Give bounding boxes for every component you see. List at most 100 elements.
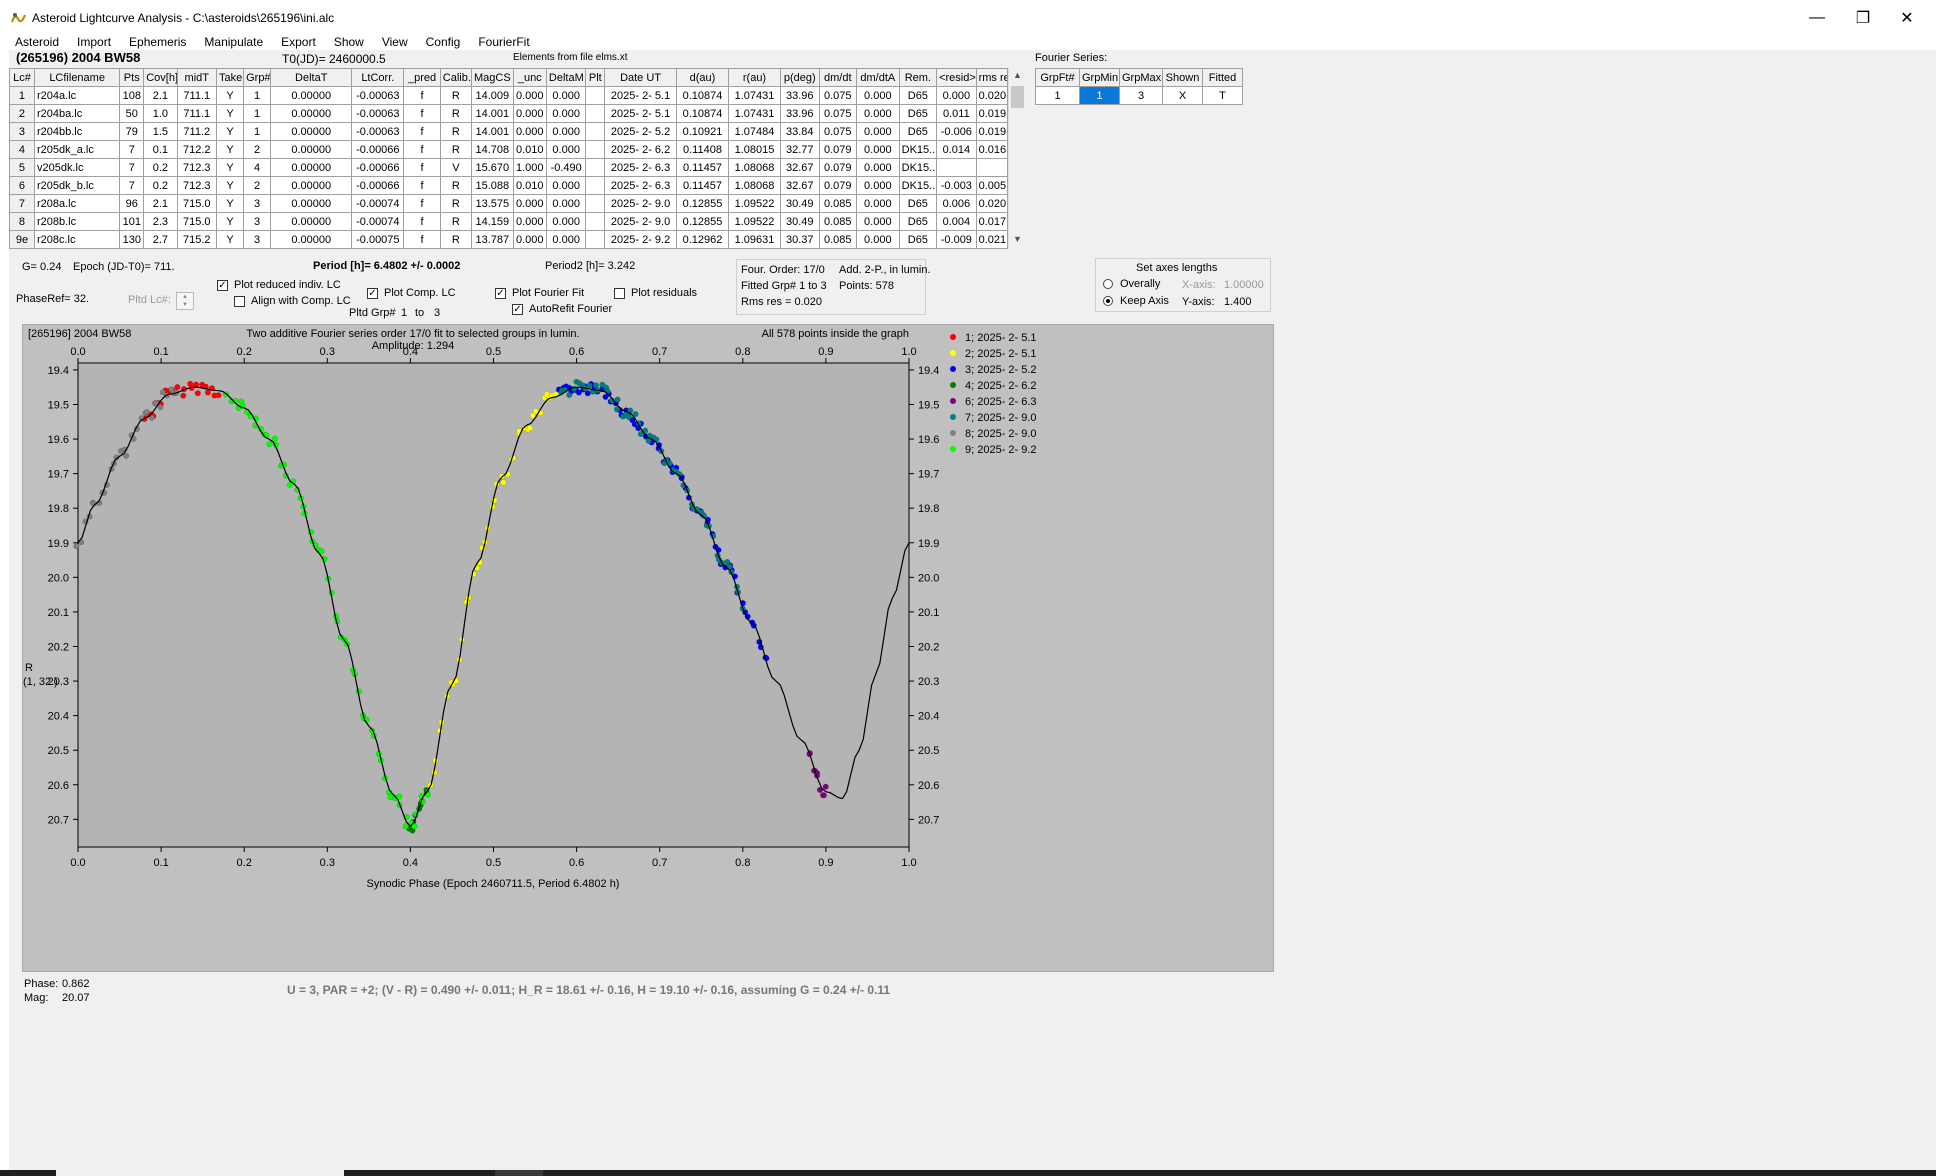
table-cell[interactable]: 50 <box>119 104 145 123</box>
column-header[interactable]: Lc# <box>9 68 35 87</box>
table-cell[interactable]: 0.00000 <box>270 104 353 123</box>
table-cell[interactable]: Y <box>216 230 245 249</box>
table-cell[interactable]: 108 <box>119 86 145 105</box>
table-cell[interactable]: -0.00063 <box>351 86 405 105</box>
table-cell[interactable]: 0.00000 <box>270 230 353 249</box>
table-cell[interactable]: 1.08068 <box>727 158 782 177</box>
table-cell[interactable]: 3 <box>243 212 272 231</box>
table-cell[interactable]: R <box>439 86 472 105</box>
column-header[interactable]: Pts <box>119 68 145 87</box>
table-cell[interactable]: 0.010 <box>512 176 547 195</box>
table-cell[interactable]: D65 <box>898 194 938 213</box>
table-cell[interactable]: -0.00066 <box>351 158 405 177</box>
table-cell[interactable]: 0.010 <box>512 140 547 159</box>
table-cell[interactable]: 30.49 <box>780 212 820 231</box>
table-cell[interactable]: 14.001 <box>470 104 514 123</box>
table-cell[interactable]: r208a.lc <box>33 194 121 213</box>
table-cell[interactable] <box>585 122 606 141</box>
column-header[interactable]: DeltaM <box>545 68 587 87</box>
table-cell[interactable]: -0.00063 <box>351 104 405 123</box>
table-cell[interactable]: f <box>403 104 441 123</box>
table-cell[interactable]: -0.00074 <box>351 194 405 213</box>
table-cell[interactable]: Y <box>216 176 245 195</box>
table-cell[interactable]: 0.000 <box>545 194 587 213</box>
table-cell[interactable]: r204ba.lc <box>33 104 121 123</box>
table-row[interactable]: 3 r204bb.lc 79 1.5 711.2 Y 1 0.00000 -0.00063 f R 1… <box>9 122 1009 141</box>
table-cell[interactable]: 2 <box>243 140 272 159</box>
table-cell[interactable]: 14.159 <box>470 212 514 231</box>
table-cell[interactable]: 712.3 <box>176 176 218 195</box>
table-cell[interactable]: 2025- 2- 9.0 <box>604 194 677 213</box>
table-row[interactable]: 8 r208b.lc 101 2.3 715.0 Y 3 0.00000 -0.00074 f R 1… <box>9 212 1009 231</box>
table-cell[interactable]: R <box>439 194 472 213</box>
fourier-cell[interactable]: X <box>1162 86 1203 105</box>
table-cell[interactable]: 1.08015 <box>727 140 782 159</box>
column-header[interactable]: Plt <box>585 68 606 87</box>
fourier-cell[interactable]: T <box>1202 86 1243 105</box>
align-comp-checkbox[interactable]: Align with Comp. LC <box>234 294 351 308</box>
taskbar-app-button[interactable] <box>495 1170 543 1176</box>
scroll-down-icon[interactable]: ▼ <box>1009 234 1026 244</box>
table-cell[interactable]: 0.00000 <box>270 176 353 195</box>
table-cell[interactable]: 0.079 <box>818 140 857 159</box>
table-cell[interactable]: 0.020 <box>975 86 1009 105</box>
table-cell[interactable]: 1.07484 <box>727 122 782 141</box>
table-cell[interactable]: f <box>403 212 441 231</box>
table-cell[interactable]: 0.011 <box>936 104 977 123</box>
table-cell[interactable]: 1 <box>243 122 272 141</box>
column-header[interactable]: d(au) <box>675 68 729 87</box>
table-cell[interactable]: 0.2 <box>143 158 178 177</box>
plot-comp-checkbox[interactable]: ✓ Plot Comp. LC <box>367 286 456 300</box>
table-cell[interactable]: 0.2 <box>143 176 178 195</box>
menu-view[interactable]: View <box>373 36 417 50</box>
table-cell[interactable]: 0.000 <box>855 140 900 159</box>
table-cell[interactable]: 0.000 <box>855 194 900 213</box>
table-cell[interactable]: r205dk_b.lc <box>33 176 121 195</box>
table-cell[interactable]: 0.000 <box>512 194 547 213</box>
table-cell[interactable]: R <box>439 212 472 231</box>
row-header[interactable]: 3 <box>9 122 35 141</box>
fourier-row[interactable]: 113XT <box>1035 86 1243 105</box>
table-row[interactable]: 1 r204a.lc 108 2.1 711.1 Y 1 0.00000 -0.00063 f R 1… <box>9 86 1009 105</box>
table-cell[interactable]: 1 <box>243 86 272 105</box>
table-cell[interactable] <box>585 194 606 213</box>
table-cell[interactable]: 13.787 <box>470 230 514 249</box>
table-row[interactable]: 4 r205dk_a.lc 7 0.1 712.2 Y 2 0.00000 -0.00066 f R… <box>9 140 1009 159</box>
table-cell[interactable]: 4 <box>243 158 272 177</box>
table-cell[interactable]: 2025- 2- 6.2 <box>604 140 677 159</box>
table-cell[interactable]: 7 <box>119 158 145 177</box>
table-cell[interactable]: 711.2 <box>176 122 218 141</box>
table-cell[interactable]: 14.708 <box>470 140 514 159</box>
table-cell[interactable]: 1.09631 <box>727 230 782 249</box>
column-header[interactable]: _pred <box>403 68 441 87</box>
table-cell[interactable]: 15.088 <box>470 176 514 195</box>
table-row[interactable]: 5 v205dk.lc 7 0.2 712.3 Y 4 0.00000 -0.00066 f V 15… <box>9 158 1009 177</box>
table-cell[interactable]: 33.84 <box>780 122 820 141</box>
table-cell[interactable]: r205dk_a.lc <box>33 140 121 159</box>
menu-import[interactable]: Import <box>68 36 120 50</box>
table-cell[interactable]: 0.000 <box>855 158 900 177</box>
fourier-cell[interactable]: 3 <box>1119 86 1163 105</box>
table-cell[interactable]: f <box>403 194 441 213</box>
lightcurve-table[interactable]: Lc# LCfilename Pts Cov[h] midT Take Grp# DeltaT… <box>9 68 1009 249</box>
table-cell[interactable]: 33.96 <box>780 86 820 105</box>
table-cell[interactable]: 79 <box>119 122 145 141</box>
fourier-column-header[interactable]: Shown <box>1162 68 1203 87</box>
column-header[interactable]: r(au) <box>727 68 782 87</box>
table-cell[interactable]: 0.020 <box>975 194 1009 213</box>
table-cell[interactable]: 0.019 <box>975 122 1009 141</box>
table-cell[interactable]: 7 <box>119 140 145 159</box>
table-cell[interactable]: D65 <box>898 122 938 141</box>
table-cell[interactable]: 2.3 <box>143 212 178 231</box>
column-header[interactable]: dm/dt <box>818 68 857 87</box>
table-cell[interactable]: 0.000 <box>512 122 547 141</box>
table-cell[interactable]: 0.085 <box>818 230 857 249</box>
table-scrollbar[interactable]: ▲ ▼ <box>1008 68 1025 249</box>
table-cell[interactable]: 0.075 <box>818 104 857 123</box>
table-cell[interactable] <box>585 158 606 177</box>
table-cell[interactable]: 1.07431 <box>727 104 782 123</box>
table-cell[interactable]: 0.016 <box>975 140 1009 159</box>
table-cell[interactable]: D65 <box>898 212 938 231</box>
pltd-lc-spinner[interactable]: ▲ ▼ <box>176 292 194 310</box>
table-cell[interactable]: 715.0 <box>176 212 218 231</box>
